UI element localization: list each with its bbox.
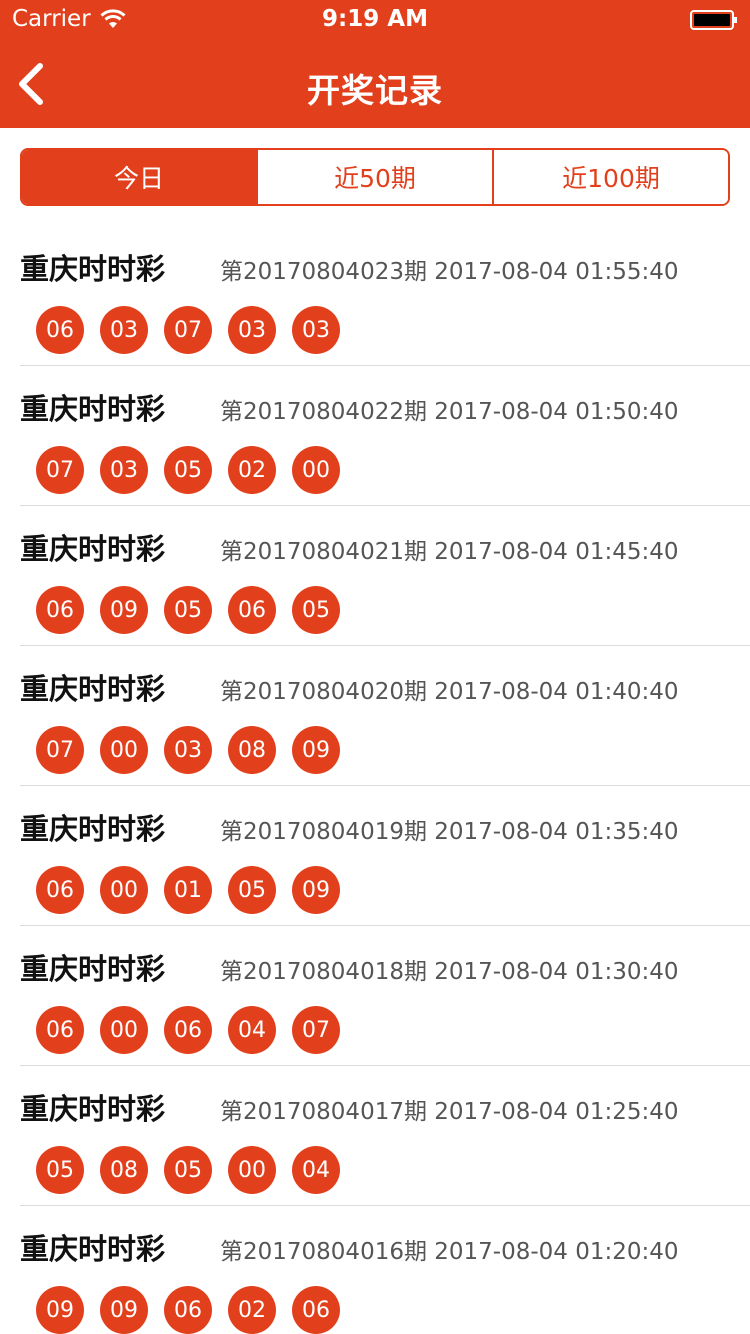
lottery-name: 重庆时时彩 <box>20 952 166 986</box>
number-ball: 06 <box>292 1286 340 1334</box>
number-ball: 05 <box>36 1146 84 1194</box>
number-ball: 04 <box>228 1006 276 1054</box>
draw-issue-and-time: 第20170804017期 2017-08-04 01:25:40 <box>220 1099 679 1125</box>
number-ball: 02 <box>228 446 276 494</box>
record-row[interactable]: 重庆时时彩 第20170804023期 2017-08-04 01:55:40 06… <box>0 226 750 366</box>
winning-numbers: 05 08 05 00 04 <box>36 1146 340 1194</box>
number-ball: 03 <box>164 726 212 774</box>
app-header: Carrier 9:19 AM 开奖记录 <box>0 0 750 128</box>
number-ball: 09 <box>292 726 340 774</box>
number-ball: 04 <box>292 1146 340 1194</box>
record-row[interactable]: 重庆时时彩 第20170804018期 2017-08-04 01:30:40 06… <box>0 926 750 1066</box>
record-row[interactable]: 重庆时时彩 第20170804020期 2017-08-04 01:40:40 07… <box>0 646 750 786</box>
winning-numbers: 06 09 05 06 05 <box>36 586 340 634</box>
number-ball: 05 <box>228 866 276 914</box>
number-ball: 03 <box>100 446 148 494</box>
record-row[interactable]: 重庆时时彩 第20170804019期 2017-08-04 01:35:40 06… <box>0 786 750 926</box>
number-ball: 03 <box>100 306 148 354</box>
tab-2[interactable]: 近100期 <box>492 150 728 204</box>
winning-numbers: 06 00 01 05 09 <box>36 866 340 914</box>
draw-issue-and-time: 第20170804019期 2017-08-04 01:35:40 <box>220 819 679 845</box>
draw-issue-and-time: 第20170804022期 2017-08-04 01:50:40 <box>220 399 679 425</box>
number-ball: 06 <box>228 586 276 634</box>
number-ball: 07 <box>36 726 84 774</box>
number-ball: 05 <box>164 1146 212 1194</box>
number-ball: 06 <box>36 306 84 354</box>
number-ball: 06 <box>36 1006 84 1054</box>
number-ball: 00 <box>292 446 340 494</box>
draw-issue-and-time: 第20170804018期 2017-08-04 01:30:40 <box>220 959 679 985</box>
nav-bar: 开奖记录 <box>0 40 750 128</box>
number-ball: 00 <box>100 866 148 914</box>
number-ball: 00 <box>228 1146 276 1194</box>
draw-record-list: 重庆时时彩 第20170804023期 2017-08-04 01:55:40 06… <box>0 226 750 1334</box>
number-ball: 05 <box>292 586 340 634</box>
winning-numbers: 06 03 07 03 03 <box>36 306 340 354</box>
number-ball: 06 <box>36 586 84 634</box>
status-time: 9:19 AM <box>322 6 428 32</box>
lottery-name: 重庆时时彩 <box>20 672 166 706</box>
draw-issue-and-time: 第20170804023期 2017-08-04 01:55:40 <box>220 259 679 285</box>
lottery-name: 重庆时时彩 <box>20 252 166 286</box>
tab-1[interactable]: 近50期 <box>256 150 492 204</box>
draw-issue-and-time: 第20170804021期 2017-08-04 01:45:40 <box>220 539 679 565</box>
number-ball: 02 <box>228 1286 276 1334</box>
record-row[interactable]: 重庆时时彩 第20170804016期 2017-08-04 01:20:40 09… <box>0 1206 750 1334</box>
number-ball: 00 <box>100 1006 148 1054</box>
record-row[interactable]: 重庆时时彩 第20170804021期 2017-08-04 01:45:40 06… <box>0 506 750 646</box>
lottery-name: 重庆时时彩 <box>20 392 166 426</box>
number-ball: 01 <box>164 866 212 914</box>
number-ball: 06 <box>36 866 84 914</box>
draw-issue-and-time: 第20170804016期 2017-08-04 01:20:40 <box>220 1239 679 1265</box>
battery-icon <box>690 10 737 30</box>
number-ball: 06 <box>164 1286 212 1334</box>
number-ball: 00 <box>100 726 148 774</box>
number-ball: 09 <box>292 866 340 914</box>
number-ball: 07 <box>164 306 212 354</box>
number-ball: 03 <box>228 306 276 354</box>
number-ball: 09 <box>100 586 148 634</box>
winning-numbers: 07 03 05 02 00 <box>36 446 340 494</box>
status-bar: Carrier 9:19 AM <box>0 0 750 40</box>
lottery-name: 重庆时时彩 <box>20 812 166 846</box>
number-ball: 05 <box>164 586 212 634</box>
lottery-name: 重庆时时彩 <box>20 1092 166 1126</box>
record-row[interactable]: 重庆时时彩 第20170804022期 2017-08-04 01:50:40 07… <box>0 366 750 506</box>
page-title: 开奖记录 <box>307 71 443 110</box>
number-ball: 07 <box>36 446 84 494</box>
lottery-name: 重庆时时彩 <box>20 1232 166 1266</box>
number-ball: 09 <box>36 1286 84 1334</box>
number-ball: 08 <box>100 1146 148 1194</box>
number-ball: 06 <box>164 1006 212 1054</box>
period-segmented-control: 今日 近50期 近100期 <box>20 148 730 206</box>
winning-numbers: 09 09 06 02 06 <box>36 1286 340 1334</box>
number-ball: 09 <box>100 1286 148 1334</box>
draw-issue-and-time: 第20170804020期 2017-08-04 01:40:40 <box>220 679 679 705</box>
lottery-name: 重庆时时彩 <box>20 532 166 566</box>
winning-numbers: 07 00 03 08 09 <box>36 726 340 774</box>
number-ball: 08 <box>228 726 276 774</box>
winning-numbers: 06 00 06 04 07 <box>36 1006 340 1054</box>
tab-0[interactable]: 今日 <box>22 150 256 204</box>
number-ball: 05 <box>164 446 212 494</box>
number-ball: 07 <box>292 1006 340 1054</box>
record-row[interactable]: 重庆时时彩 第20170804017期 2017-08-04 01:25:40 05… <box>0 1066 750 1206</box>
number-ball: 03 <box>292 306 340 354</box>
